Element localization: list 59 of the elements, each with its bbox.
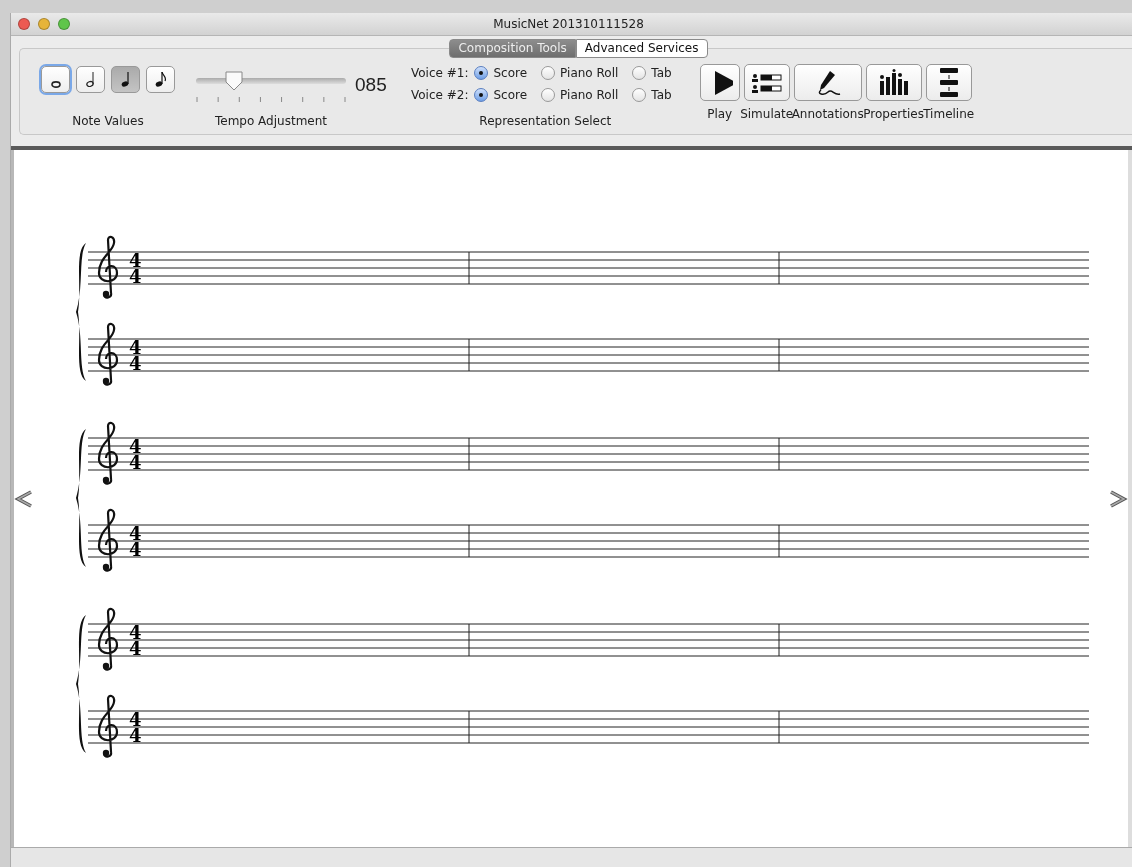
window-title: MusicNet 201310111528: [493, 16, 644, 33]
time-signature: 4: [129, 638, 142, 659]
timeline-icon: [937, 68, 960, 97]
treble-clef-icon: [97, 694, 119, 758]
radio-button[interactable]: [541, 88, 556, 102]
treble-clef-icon: [97, 235, 119, 299]
radio-button[interactable]: [632, 88, 647, 102]
tool-label: Timeline: [923, 106, 975, 123]
time-signature: 4: [129, 353, 142, 374]
annotations-button[interactable]: [793, 64, 862, 101]
radio-button[interactable]: [474, 66, 489, 80]
slider-thumb[interactable]: [224, 71, 243, 91]
tempo-slider[interactable]: [196, 71, 346, 91]
group-label: Note Values: [72, 113, 144, 130]
voice-label: Voice #2:: [411, 87, 469, 104]
tab[interactable]: Advanced Services: [575, 39, 708, 58]
tab[interactable]: Composition Tools: [449, 39, 576, 58]
time-signature: 4: [129, 452, 142, 473]
time-signature: 4: [129, 725, 142, 746]
radio-label: Score: [493, 65, 528, 82]
note-value-button[interactable]: [146, 66, 175, 93]
group-label: Representation Select: [479, 113, 612, 130]
simulate-button[interactable]: [743, 64, 790, 101]
radio-button[interactable]: [632, 66, 647, 80]
radio-button[interactable]: [541, 66, 556, 80]
close-button[interactable]: [18, 18, 30, 30]
time-signature: 4: [129, 266, 142, 287]
bar-chart-icon: [877, 69, 910, 96]
radio-label: Score: [493, 87, 528, 104]
treble-clef-icon: [97, 508, 119, 572]
half-note-icon: [84, 72, 97, 87]
note-value-button[interactable]: [76, 66, 105, 93]
zoom-button[interactable]: [58, 18, 70, 30]
radio-button[interactable]: [474, 88, 489, 102]
tool-label: Annotations: [791, 106, 864, 123]
radio-label: Tab: [651, 65, 672, 82]
group-label: Tempo Adjustment: [215, 113, 327, 130]
treble-clef-icon: [97, 421, 119, 485]
note-value-button[interactable]: [111, 66, 140, 93]
voice-label: Voice #1:: [411, 65, 469, 82]
properties-button[interactable]: [865, 64, 922, 101]
tempo-reading: 085: [355, 73, 388, 97]
radio-label: Piano Roll: [560, 65, 619, 82]
next-page-icon[interactable]: [1108, 488, 1128, 509]
play-button[interactable]: [699, 64, 740, 101]
previous-page-icon[interactable]: [14, 488, 34, 509]
treble-clef-icon: [97, 322, 119, 386]
quarter-note-icon: [119, 72, 132, 87]
tool-label: Properties: [863, 106, 924, 123]
radio-label: Piano Roll: [560, 87, 619, 104]
time-signature: 4: [129, 539, 142, 560]
radio-label: Tab: [651, 87, 672, 104]
eighth-note-icon: [154, 72, 167, 87]
note-value-button[interactable]: [41, 66, 70, 93]
tool-label: Simulate: [740, 106, 794, 123]
treble-clef-icon: [97, 607, 119, 671]
timeline-button[interactable]: [925, 64, 972, 101]
whole-note-icon: [50, 81, 61, 88]
tool-label: Play: [707, 106, 733, 123]
